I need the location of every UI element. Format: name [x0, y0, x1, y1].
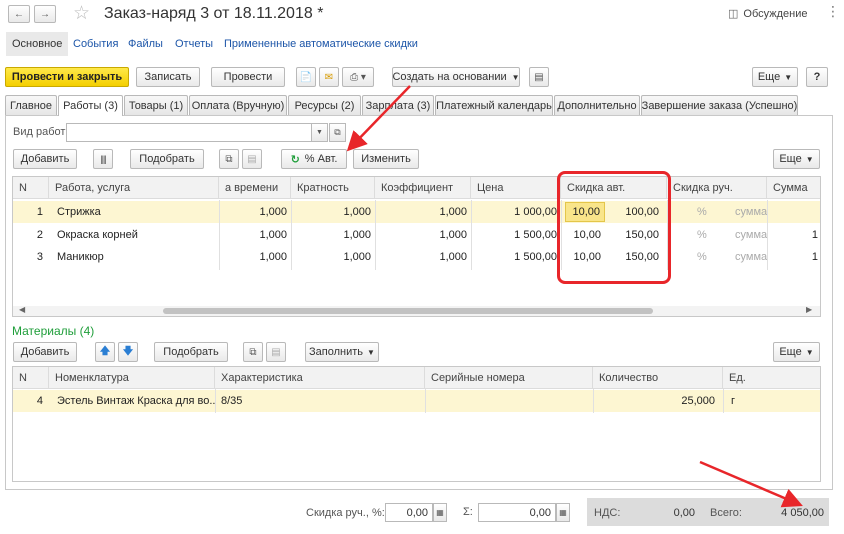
- arrow-to-total: [699, 460, 803, 508]
- annotation-arrows: [346, 85, 803, 508]
- tab-works[interactable]: Работы (3): [58, 95, 123, 116]
- arrow-to-auto-discount: [346, 85, 411, 152]
